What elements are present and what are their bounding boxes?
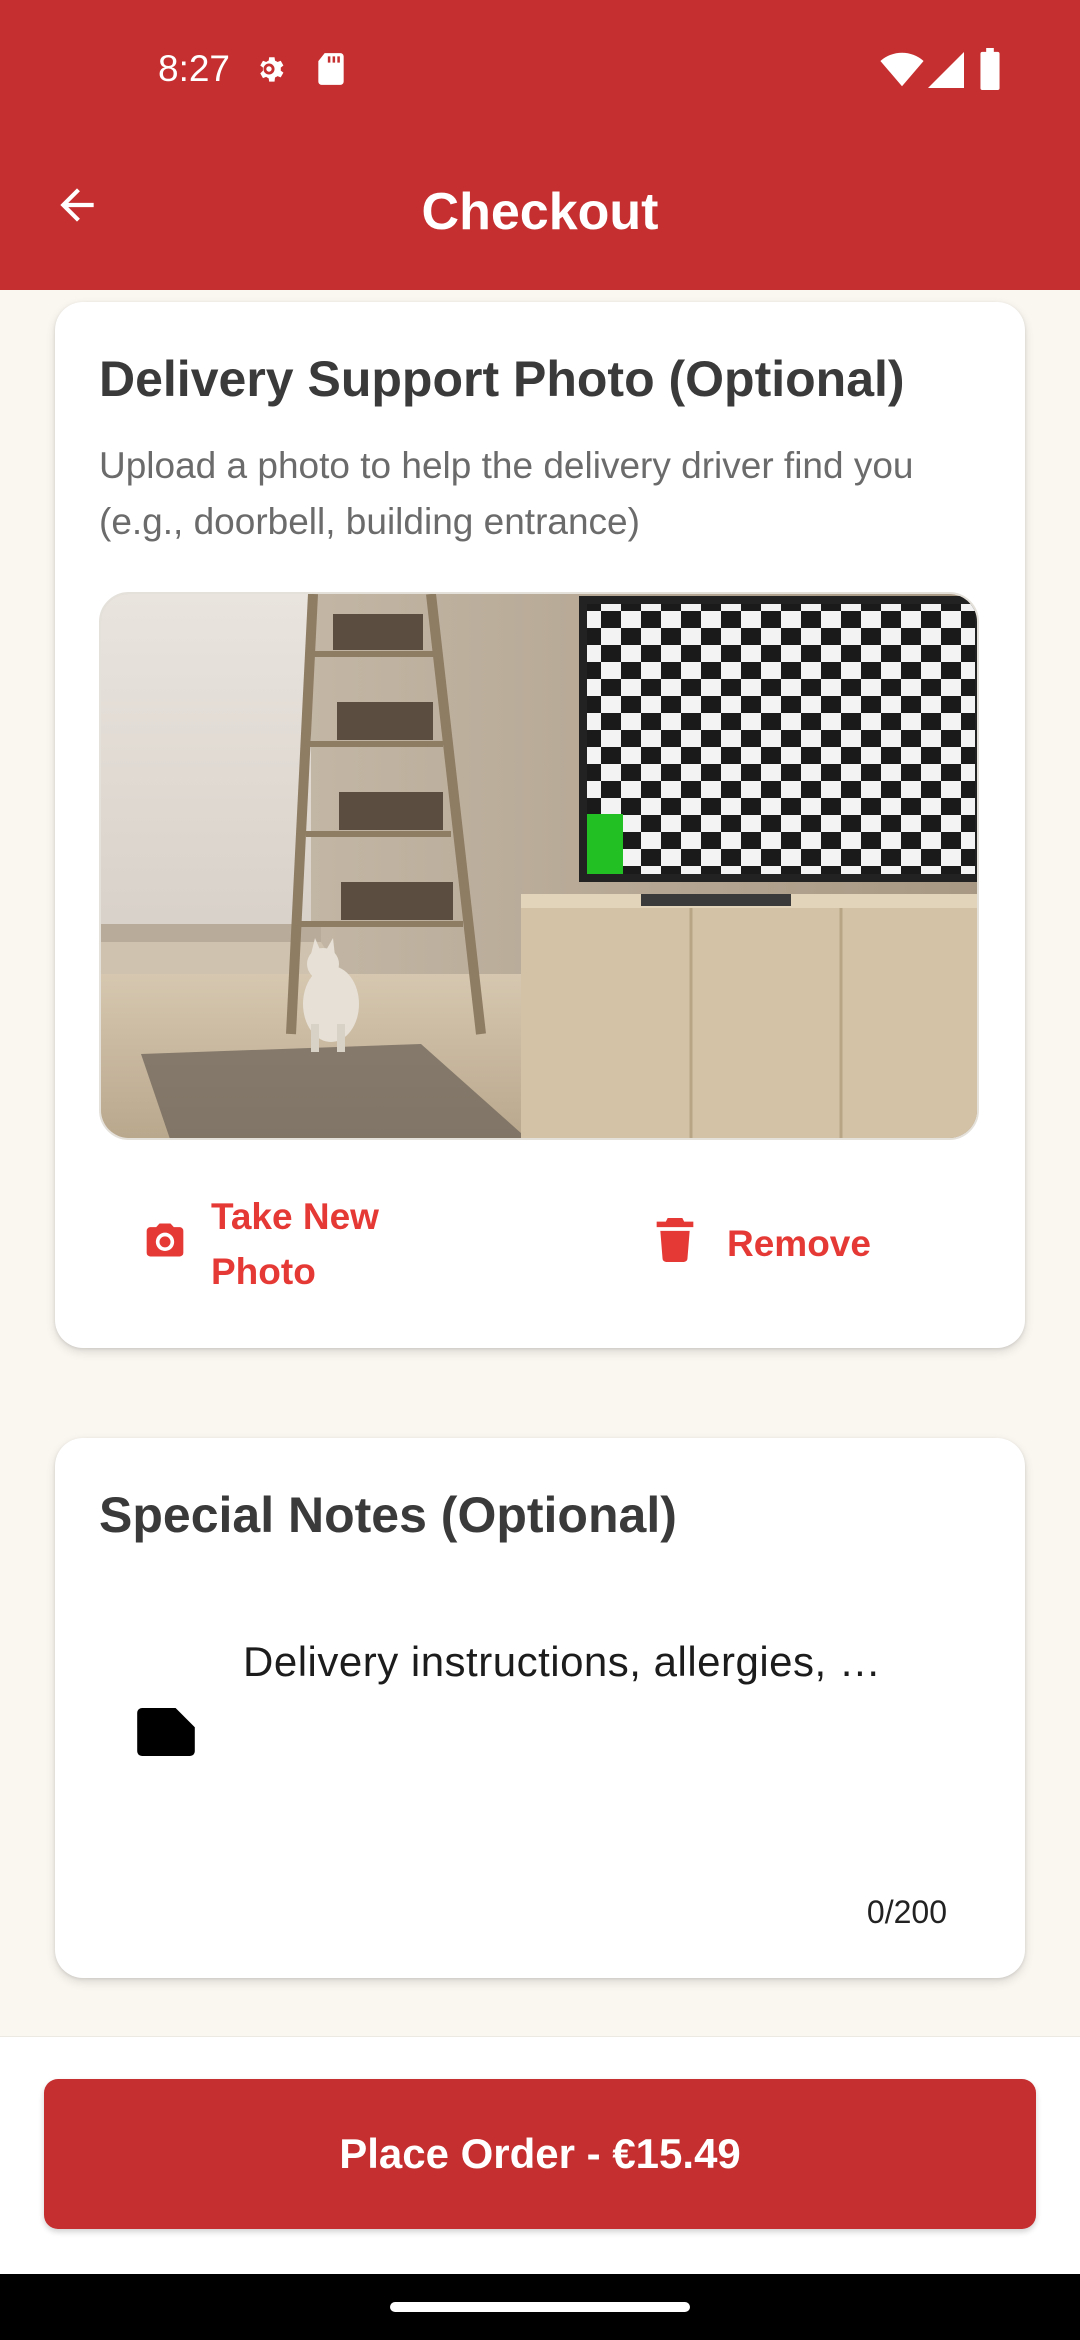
delivery-photo-description: Upload a photo to help the delivery driv… <box>99 445 914 542</box>
special-notes-title: Special Notes (Optional) <box>99 1487 677 1543</box>
page-title: Checkout <box>421 183 659 241</box>
signal-icon <box>928 52 964 93</box>
special-notes-card: Special Notes (Optional) Delivery instru… <box>55 1438 1025 1978</box>
take-new-photo-button[interactable]: Take New Photo <box>143 1184 443 1304</box>
special-notes-input[interactable]: Delivery instructions, allergies, … <box>243 1638 983 1686</box>
status-bar: 8:27 <box>0 0 1080 142</box>
delivery-photo-card: Delivery Support Photo (Optional) Upload… <box>55 302 1025 1348</box>
trash-icon <box>655 1217 695 1271</box>
remove-photo-button[interactable]: Remove <box>655 1214 871 1274</box>
status-time: 8:27 <box>158 48 231 89</box>
battery-icon <box>978 48 1002 95</box>
sd-card-icon <box>314 50 348 93</box>
delivery-photo-title: Delivery Support Photo (Optional) <box>99 351 905 407</box>
character-counter: 0/200 <box>866 1894 947 1930</box>
note-icon <box>137 1708 195 1761</box>
settings-icon <box>250 50 288 93</box>
place-order-button[interactable]: Place Order - €15.49 <box>44 2079 1036 2229</box>
camera-icon <box>143 1218 187 1271</box>
bottom-action-bar: Place Order - €15.49 <box>0 2036 1080 2274</box>
take-new-photo-label: Take New Photo <box>211 1196 379 1292</box>
system-navigation-bar <box>0 2274 1080 2340</box>
home-indicator[interactable] <box>390 2302 690 2312</box>
remove-label: Remove <box>727 1223 871 1264</box>
app-bar: Checkout <box>0 142 1080 290</box>
delivery-photo-preview <box>99 592 979 1140</box>
wifi-icon <box>880 52 924 93</box>
